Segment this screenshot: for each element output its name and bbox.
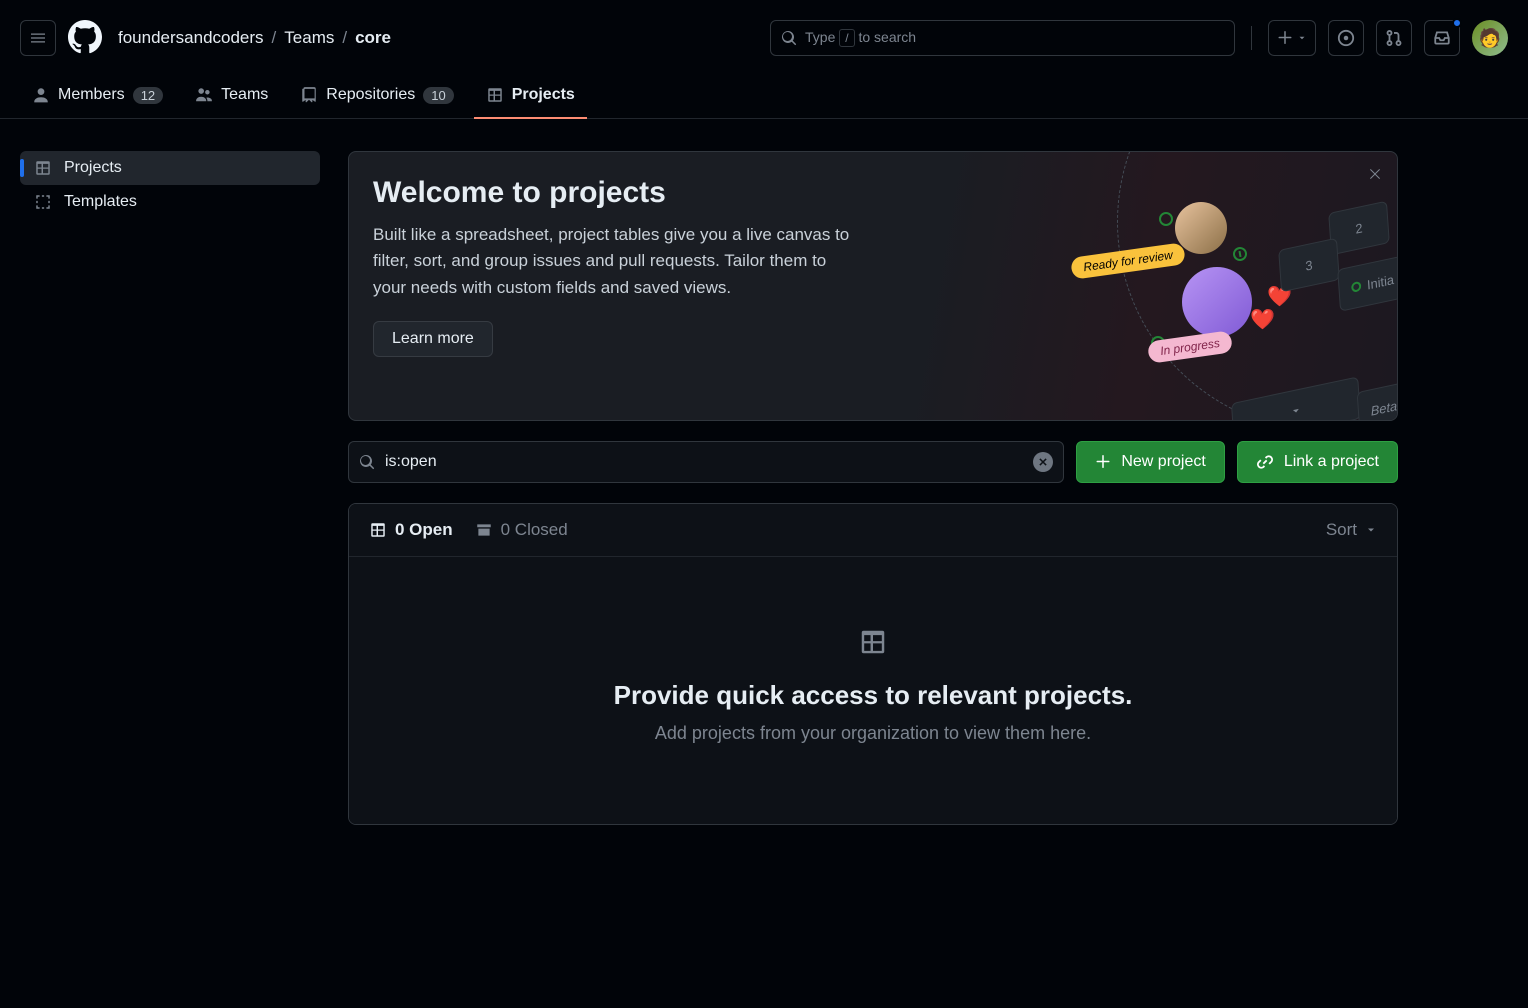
breadcrumb-team-name[interactable]: core [355,28,391,48]
sort-dropdown[interactable]: Sort [1326,520,1377,540]
search-icon [781,30,797,46]
issue-opened-icon [1337,29,1355,47]
blankslate: Provide quick access to relevant project… [349,557,1397,824]
repos-count-badge: 10 [423,87,453,104]
closed-filter[interactable]: 0 Closed [475,520,568,540]
tab-members[interactable]: Members 12 [20,76,175,118]
global-search-input[interactable]: Type / to search [770,20,1235,56]
table-icon [858,627,888,657]
people-icon [195,86,213,104]
clear-filter-button[interactable] [1033,452,1053,472]
plus-icon [1277,30,1293,46]
welcome-banner: Welcome to projects Built like a spreads… [348,151,1398,421]
x-icon [1038,457,1048,467]
github-logo-icon[interactable] [68,20,102,57]
breadcrumb-org[interactable]: foundersandcoders [118,28,264,48]
template-icon [34,193,52,211]
side-nav: Projects Templates [20,151,320,825]
inbox-icon [1433,29,1451,47]
user-avatar[interactable]: 🧑 [1472,20,1508,56]
breadcrumb-teams[interactable]: Teams [284,28,334,48]
table-icon [486,86,504,104]
table-icon [34,159,52,177]
tab-repositories[interactable]: Repositories 10 [288,76,465,118]
slash-key-hint: / [839,29,854,47]
issues-button[interactable] [1328,20,1364,56]
team-tabs: Members 12 Teams Repositories 10 Project… [0,76,1528,119]
person-icon [32,86,50,104]
tab-teams[interactable]: Teams [183,76,280,118]
filter-input[interactable] [385,453,1023,471]
global-header: foundersandcoders / Teams / core Type / … [0,0,1528,76]
hamburger-menu-button[interactable] [20,20,56,56]
triangle-down-icon [1365,524,1377,536]
sidenav-item-projects[interactable]: Projects [20,151,320,185]
welcome-decoration: Ready for review ❤️ ❤️ In progress 2 3 I… [1057,152,1398,420]
new-project-button[interactable]: New project [1076,441,1224,483]
git-pull-request-icon [1385,29,1403,47]
open-filter[interactable]: 0 Open [369,520,453,540]
sidenav-item-templates[interactable]: Templates [20,185,320,219]
members-count-badge: 12 [133,87,163,104]
table-icon [369,521,387,539]
pull-requests-button[interactable] [1376,20,1412,56]
link-project-button[interactable]: Link a project [1237,441,1398,483]
welcome-description: Built like a spreadsheet, project tables… [373,222,853,301]
sidenav-item-label: Templates [64,193,137,211]
blankslate-subtitle: Add projects from your organization to v… [369,723,1377,744]
blankslate-title: Provide quick access to relevant project… [369,680,1377,711]
plus-icon [1095,454,1111,470]
link-icon [1256,453,1274,471]
create-new-dropdown[interactable] [1268,20,1316,56]
search-icon [359,454,375,470]
sidenav-item-label: Projects [64,159,122,177]
unread-indicator [1452,18,1462,28]
hamburger-icon [30,30,46,46]
triangle-down-icon [1297,33,1307,43]
breadcrumb: foundersandcoders / Teams / core [118,28,391,48]
projects-list: 0 Open 0 Closed Sort Provide quick acces… [348,503,1398,825]
learn-more-button[interactable]: Learn more [373,321,493,357]
archive-icon [475,521,493,539]
tab-projects[interactable]: Projects [474,76,587,118]
filter-input-container[interactable] [348,441,1064,483]
repo-icon [300,86,318,104]
